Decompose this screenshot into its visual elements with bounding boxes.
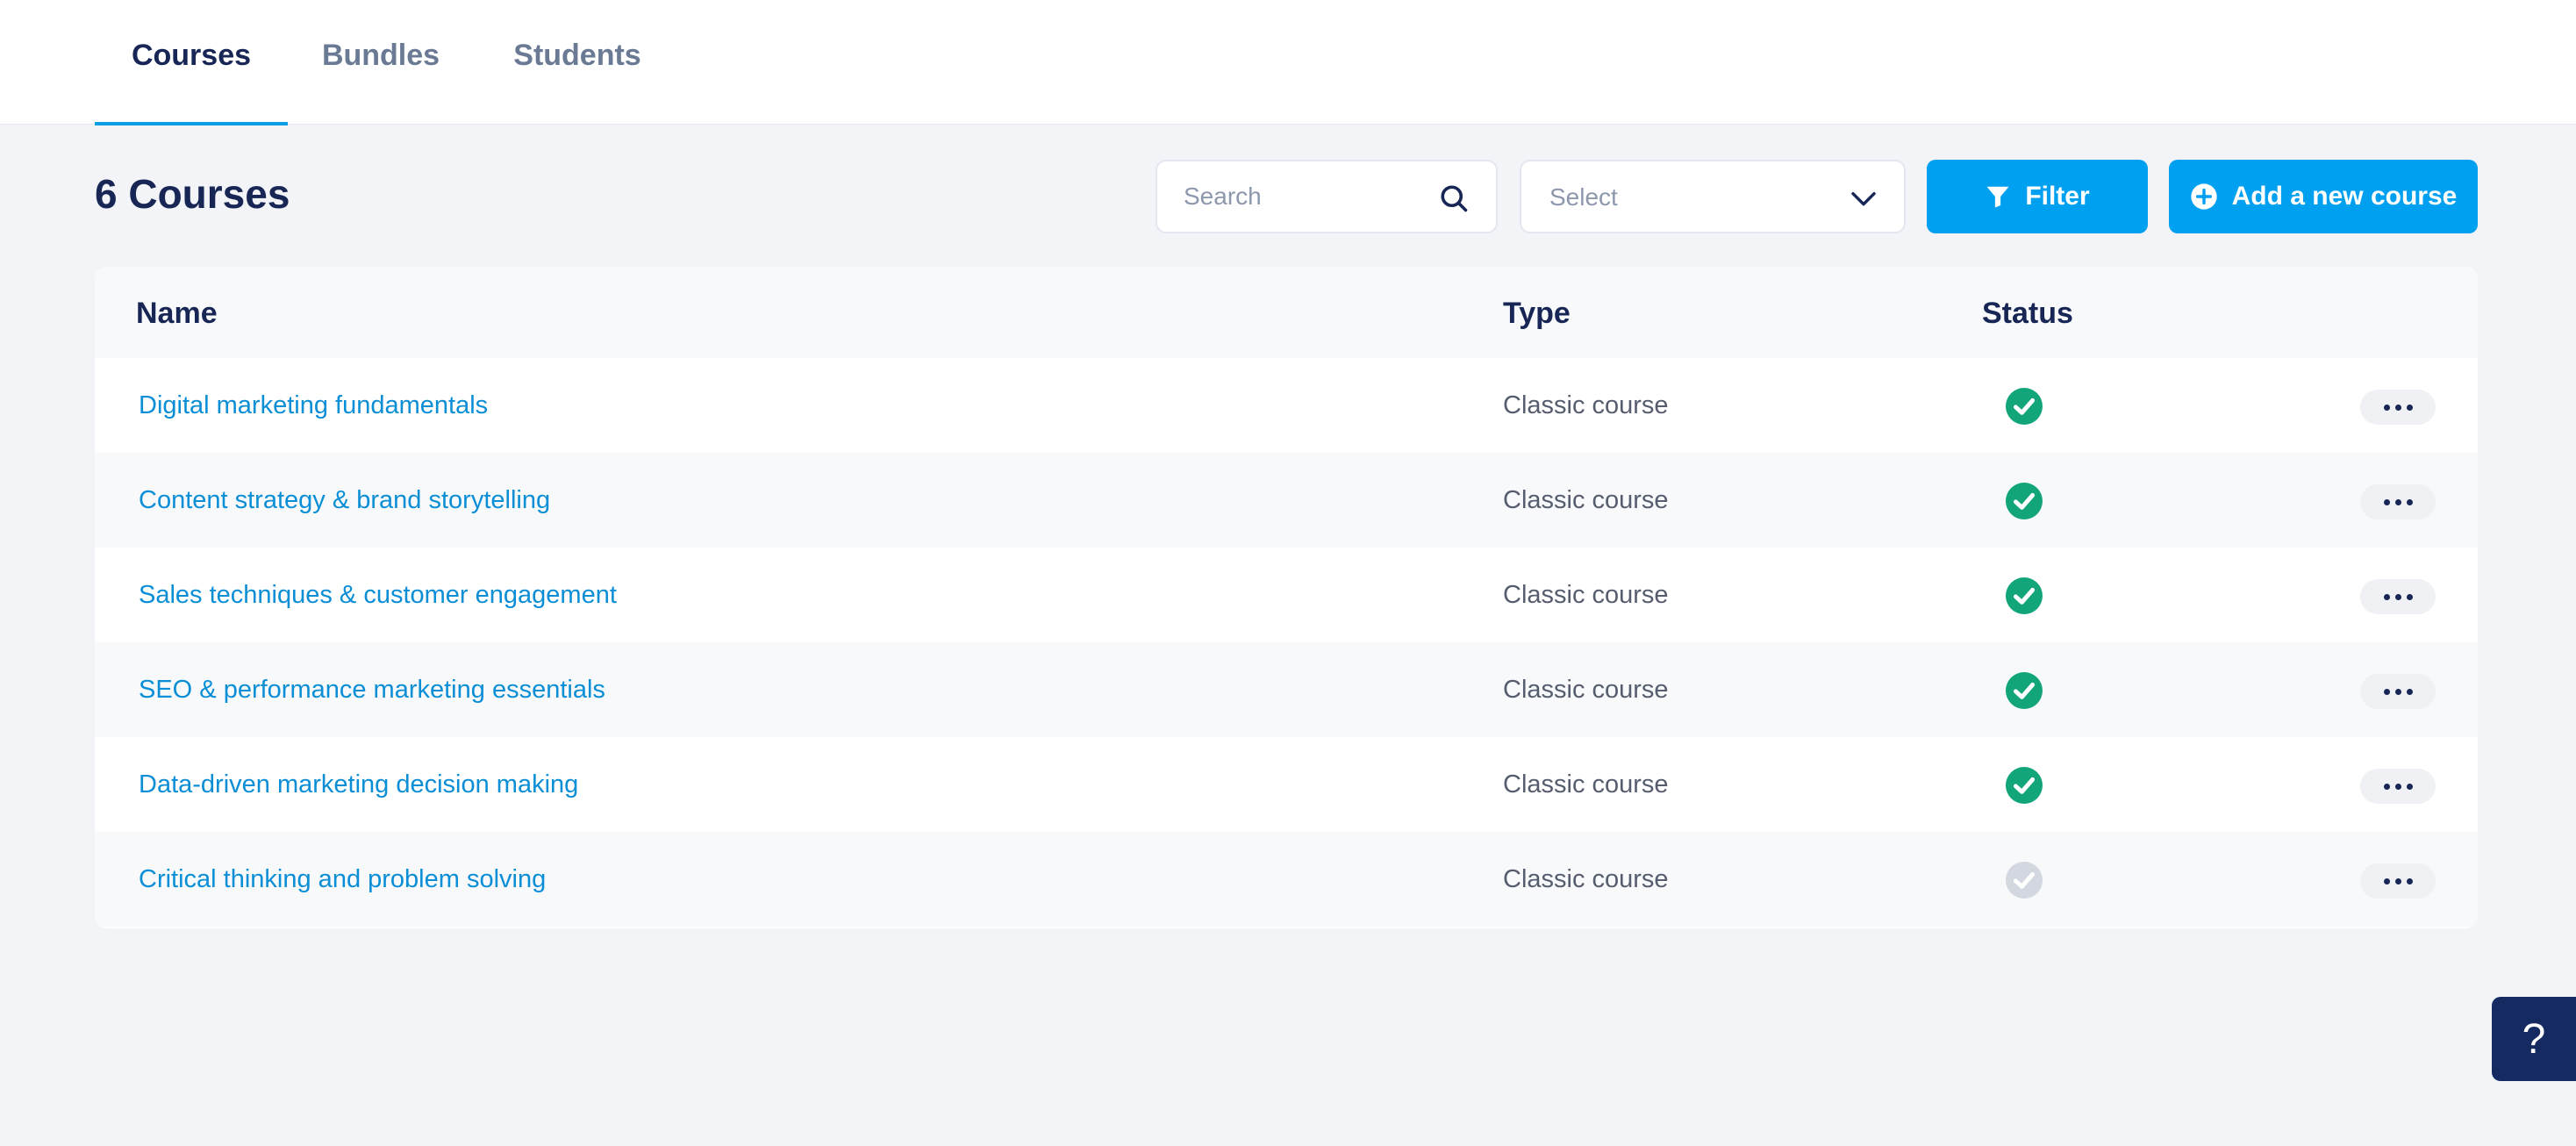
status-published-icon — [2006, 388, 2043, 425]
table-row: Critical thinking and problem solving Cl… — [95, 832, 2478, 927]
course-type: Classic course — [1503, 486, 1669, 514]
tab-students-label: Students — [513, 39, 641, 72]
status-unpublished-icon — [2006, 862, 2043, 899]
status-published-icon — [2006, 577, 2043, 614]
tab-courses-label: Courses — [131, 39, 252, 72]
tab-bundles-label: Bundles — [321, 39, 440, 72]
tab-courses[interactable]: Courses — [95, 0, 288, 125]
course-type: Classic course — [1503, 865, 1669, 893]
course-type: Classic course — [1503, 770, 1669, 799]
course-name-link[interactable]: Data-driven marketing decision making — [139, 770, 578, 799]
tab-bundles[interactable]: Bundles — [305, 0, 456, 125]
course-type: Classic course — [1503, 676, 1669, 704]
dot — [2406, 404, 2413, 411]
dot — [2383, 688, 2390, 695]
dot — [2383, 498, 2390, 505]
search-input[interactable] — [1184, 161, 1429, 232]
dot — [2383, 783, 2390, 790]
row-actions-button[interactable] — [2360, 674, 2436, 709]
dot — [2394, 404, 2401, 411]
status-published-icon — [2006, 672, 2043, 709]
table-row: Data-driven marketing decision making Cl… — [95, 737, 2478, 832]
column-header-name[interactable]: Name — [136, 297, 218, 331]
course-type: Classic course — [1503, 581, 1669, 609]
dot — [2406, 593, 2413, 600]
row-actions-button[interactable] — [2360, 390, 2436, 425]
status-published-icon — [2006, 767, 2043, 804]
dot — [2394, 688, 2401, 695]
course-name-link[interactable]: Sales techniques & customer engagement — [139, 581, 617, 610]
table-row: Sales techniques & customer engagement C… — [95, 548, 2478, 642]
search-box — [1156, 160, 1498, 233]
table-row: Content strategy & brand storytelling Cl… — [95, 453, 2478, 548]
page-title: 6 Courses — [95, 171, 290, 217]
column-header-status[interactable]: Status — [1982, 297, 2073, 331]
row-actions-button[interactable] — [2360, 863, 2436, 899]
add-course-button-label: Add a new course — [2231, 182, 2458, 211]
course-name-link[interactable]: Digital marketing fundamentals — [139, 391, 488, 420]
select-value: Select — [1549, 183, 1618, 211]
help-button[interactable]: ? — [2492, 997, 2576, 1081]
dot — [2406, 783, 2413, 790]
course-name-link[interactable]: Content strategy & brand storytelling — [139, 486, 550, 515]
course-name-link[interactable]: Critical thinking and problem solving — [139, 865, 546, 894]
status-published-icon — [2006, 483, 2043, 519]
dot — [2394, 877, 2401, 885]
row-actions-button[interactable] — [2360, 769, 2436, 804]
dot — [2383, 404, 2390, 411]
course-type: Classic course — [1503, 391, 1669, 419]
funnel-icon — [1986, 186, 2009, 208]
course-name-link[interactable]: SEO & performance marketing essentials — [139, 676, 605, 705]
filter-button[interactable]: Filter — [1927, 160, 2148, 233]
plus-circle-icon — [2190, 183, 2217, 210]
table-row: Digital marketing fundamentals Classic c… — [95, 358, 2478, 453]
table-header: Name Type Status — [95, 267, 2478, 358]
dot — [2394, 593, 2401, 600]
dot — [2394, 498, 2401, 505]
dot — [2406, 877, 2413, 885]
dot — [2383, 593, 2390, 600]
dot — [2394, 783, 2401, 790]
help-icon: ? — [2522, 1015, 2546, 1063]
dot — [2406, 498, 2413, 505]
filter-button-label: Filter — [2025, 182, 2090, 211]
row-actions-button[interactable] — [2360, 579, 2436, 614]
course-type-select[interactable]: Select — [1520, 160, 1906, 233]
search-icon[interactable] — [1438, 183, 1470, 214]
courses-table: Name Type Status Digital marketing funda… — [95, 267, 2478, 928]
row-actions-button[interactable] — [2360, 484, 2436, 519]
column-header-type[interactable]: Type — [1503, 297, 1571, 331]
tab-students[interactable]: Students — [491, 0, 663, 125]
top-navigation: Courses Bundles Students — [0, 0, 2576, 125]
chevron-down-icon — [1851, 191, 1876, 206]
dot — [2383, 877, 2390, 885]
table-row: SEO & performance marketing essentials C… — [95, 642, 2478, 737]
dot — [2406, 688, 2413, 695]
add-course-button[interactable]: Add a new course — [2169, 160, 2478, 233]
